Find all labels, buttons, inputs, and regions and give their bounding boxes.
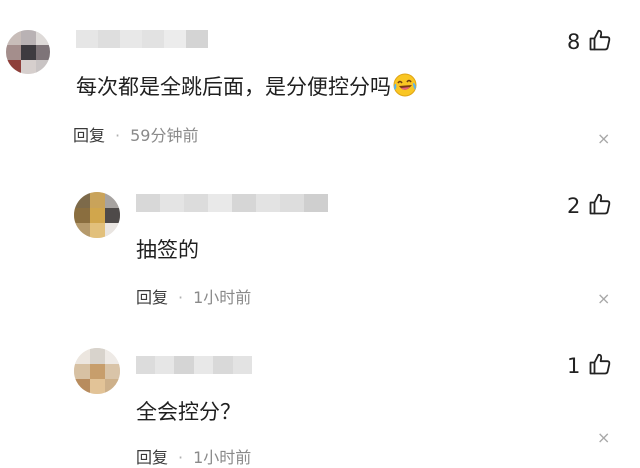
thumbs-up-icon[interactable] <box>588 192 612 220</box>
laughing-crying-emoji-icon <box>392 72 418 105</box>
comment-item: 每次都是全跳后面，是分便控分吗 回复 · 59分钟前 8 × <box>0 0 640 160</box>
close-icon[interactable]: × <box>597 131 610 147</box>
comment-meta: 回复 · 59分钟前 <box>73 126 198 146</box>
separator-dot: · <box>178 288 184 307</box>
comment-time: 59分钟前 <box>130 126 199 145</box>
like-button[interactable]: 1 <box>567 352 612 380</box>
avatar[interactable] <box>74 192 120 238</box>
comment-text: 抽签的 <box>136 238 199 262</box>
comment-text-content: 每次都是全跳后面，是分便控分吗 <box>76 75 391 99</box>
avatar[interactable] <box>6 30 50 74</box>
like-button[interactable]: 2 <box>567 192 612 220</box>
comment-item: 全会控分？ 回复 · 1小时前 1 × <box>0 330 640 467</box>
thumbs-up-icon[interactable] <box>588 352 612 380</box>
comment-item: 抽签的 回复 · 1小时前 2 × <box>0 160 640 330</box>
comment-meta: 回复 · 1小时前 <box>136 448 251 468</box>
username[interactable] <box>76 30 208 48</box>
separator-dot: · <box>115 126 121 145</box>
close-icon[interactable]: × <box>597 430 610 446</box>
comment-meta: 回复 · 1小时前 <box>136 288 251 308</box>
comment-text: 全会控分？ <box>136 400 241 424</box>
like-count: 1 <box>567 354 581 378</box>
comment-text: 每次都是全跳后面，是分便控分吗 <box>76 72 418 105</box>
reply-button[interactable]: 回复 <box>73 126 105 145</box>
like-count: 8 <box>567 30 581 54</box>
username[interactable] <box>136 356 252 374</box>
reply-button[interactable]: 回复 <box>136 288 168 307</box>
username[interactable] <box>136 194 328 212</box>
avatar[interactable] <box>74 348 120 394</box>
comment-time: 1小时前 <box>193 288 252 307</box>
close-icon[interactable]: × <box>597 291 610 307</box>
like-button[interactable]: 8 <box>567 28 612 56</box>
thumbs-up-icon[interactable] <box>588 28 612 56</box>
like-count: 2 <box>567 194 581 218</box>
